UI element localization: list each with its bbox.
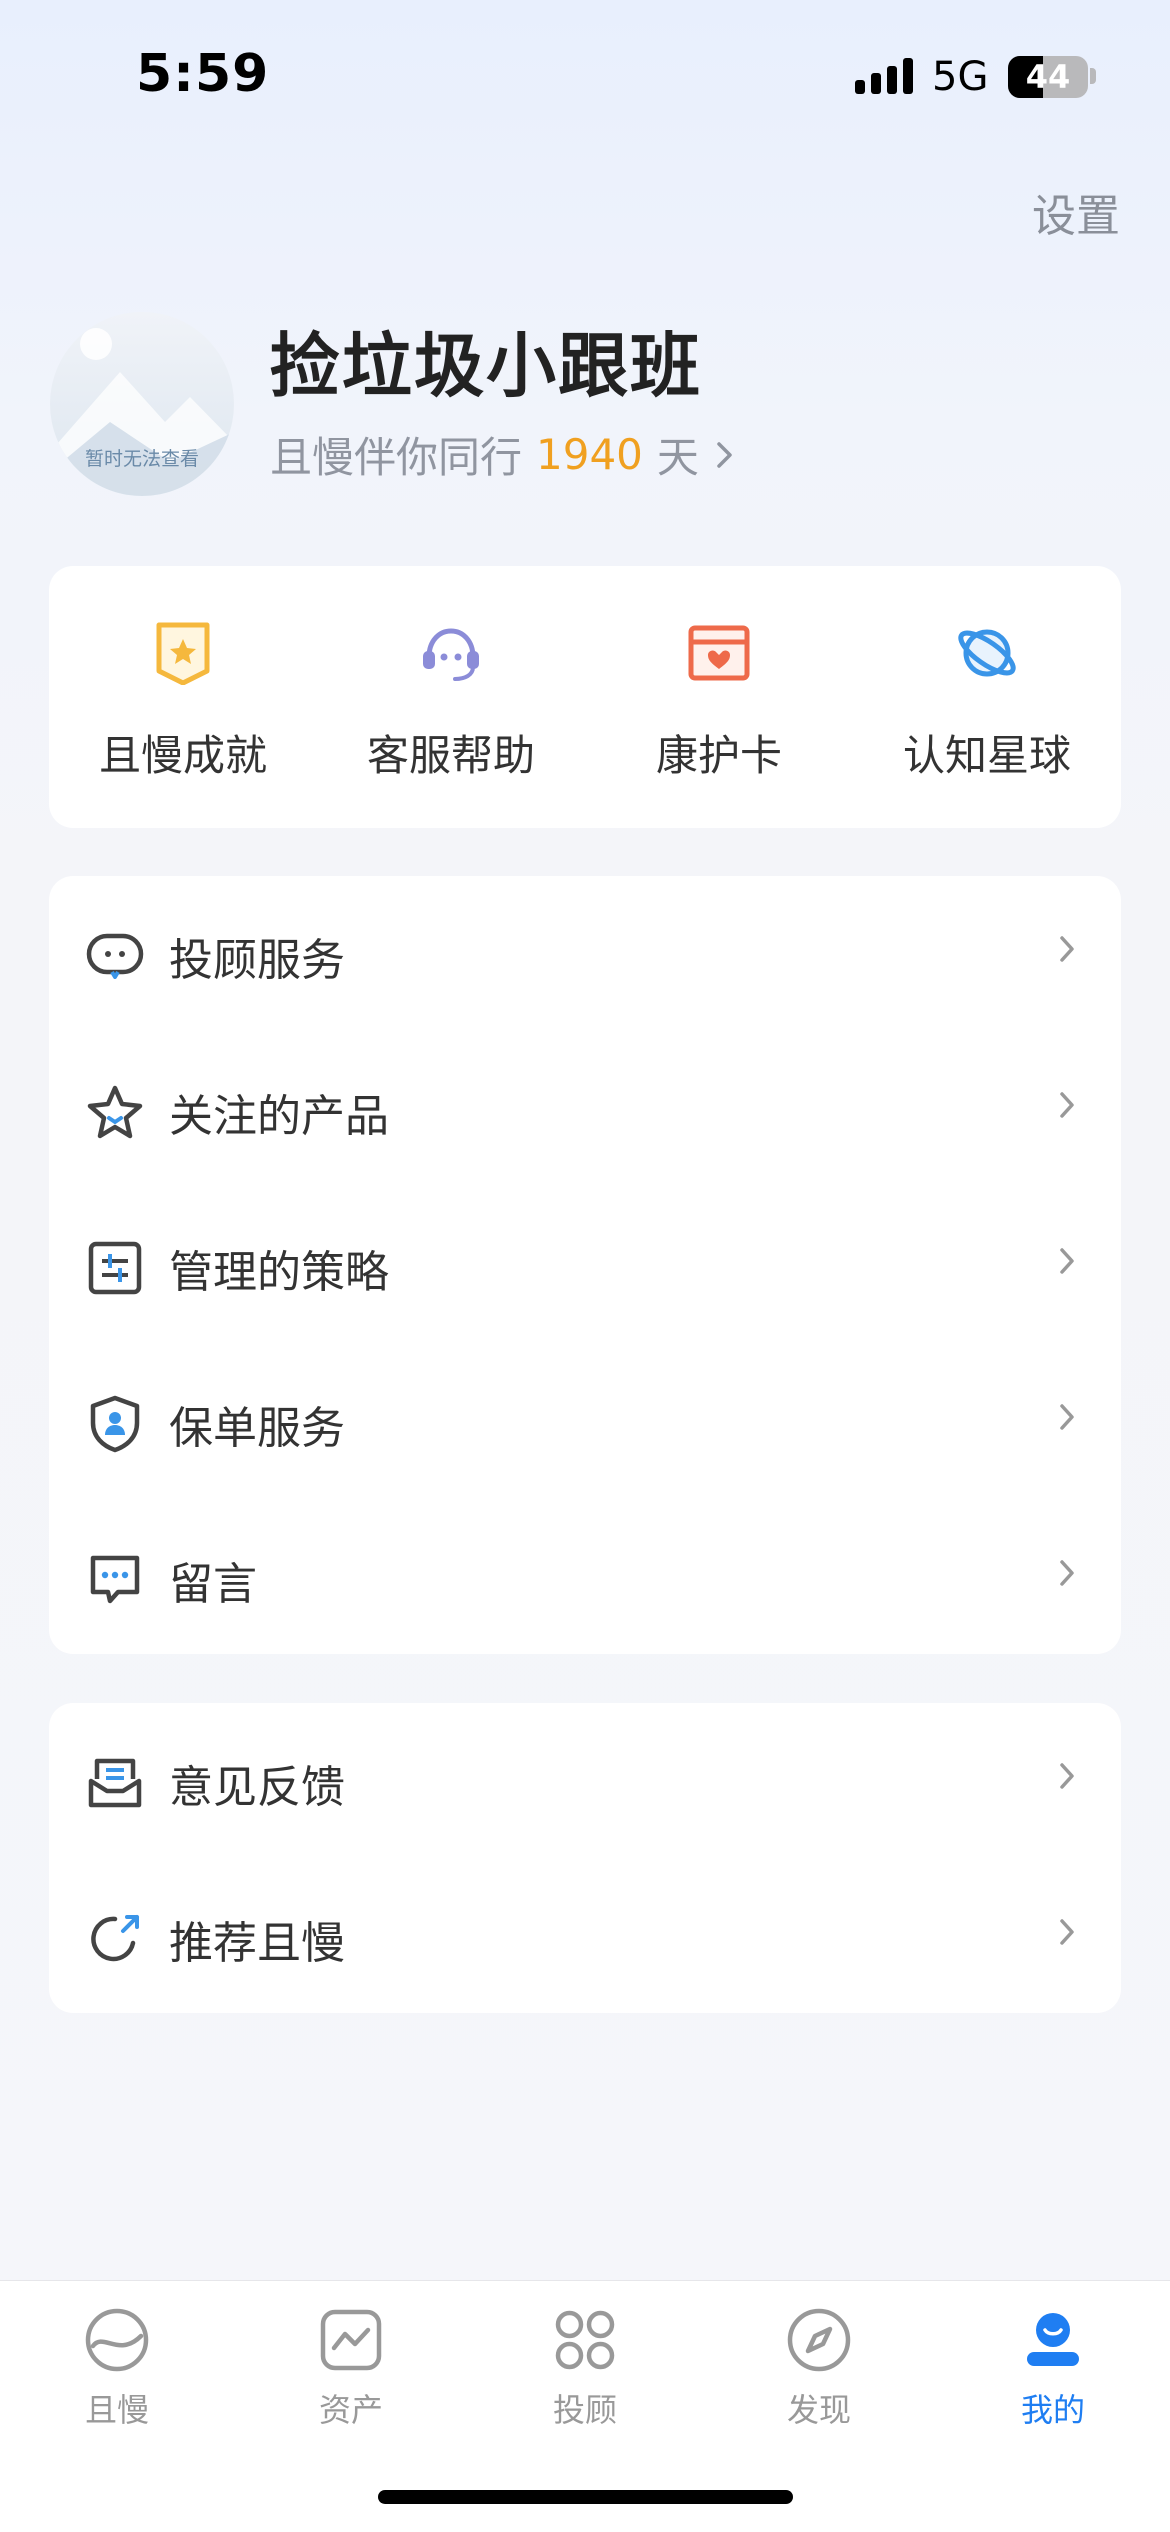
chevron-right-icon [1060, 1919, 1074, 1945]
assets-chart-icon [314, 2303, 388, 2377]
menu-item-advisory-service[interactable]: 投顾服务 [49, 878, 1121, 1034]
menu-item-label: 意见反馈 [169, 1762, 345, 1813]
chevron-right-icon [1060, 936, 1074, 962]
companion-suffix: 天 [656, 433, 699, 482]
status-bar: 5:59 5G 44 [0, 0, 1170, 150]
menu-item-label: 留言 [169, 1559, 257, 1610]
tab-label: 发现 [786, 2391, 851, 2429]
star-icon [85, 1082, 145, 1142]
menu-group-services: 投顾服务 关注的产品 管理的策略 保单服务 留言 [49, 876, 1121, 1654]
menu-item-label: 投顾服务 [169, 935, 345, 986]
status-time: 5:59 [136, 44, 270, 104]
strategy-sliders-icon [85, 1238, 145, 1298]
chevron-right-icon [1060, 1092, 1074, 1118]
battery-tip [1090, 68, 1096, 84]
chevron-right-icon [717, 441, 732, 468]
chevron-right-icon [1060, 1763, 1074, 1789]
customer-service-headset-icon [416, 618, 486, 688]
menu-item-managed-strategies[interactable]: 管理的策略 [49, 1190, 1121, 1346]
menu-item-followed-products[interactable]: 关注的产品 [49, 1034, 1121, 1190]
tab-qieman[interactable]: 且慢 [0, 2281, 234, 2532]
quick-actions-card: 且慢成就 客服帮助 康护卡 认知星球 [49, 566, 1121, 828]
network-type: 5G [932, 54, 989, 100]
settings-button[interactable]: 设置 [1032, 180, 1120, 244]
compass-icon [782, 2303, 856, 2377]
share-refresh-icon [85, 1909, 145, 1969]
chevron-right-icon [1060, 1404, 1074, 1430]
menu-item-label: 管理的策略 [169, 1247, 389, 1298]
menu-item-policy-service[interactable]: 保单服务 [49, 1346, 1121, 1502]
me-person-icon [1016, 2303, 1090, 2377]
tab-label: 资产 [318, 2391, 383, 2429]
avatar[interactable]: 暂时无法查看 [50, 312, 234, 496]
battery-icon: 44 [1008, 56, 1088, 98]
username: 捡垃圾小跟班 [270, 325, 702, 407]
tab-label: 我的 [1020, 2391, 1085, 2429]
quick-action-label: 客服帮助 [366, 731, 535, 780]
message-dots-icon [85, 1550, 145, 1610]
avatar-placeholder-text: 暂时无法查看 [84, 448, 199, 470]
tab-me[interactable]: 我的 [936, 2281, 1170, 2532]
quick-action-label: 且慢成就 [98, 731, 267, 780]
feedback-inbox-icon [85, 1753, 145, 1813]
menu-item-label: 推荐且慢 [169, 1918, 345, 1969]
quick-action-customer-service[interactable]: 客服帮助 [317, 566, 585, 828]
qieman-logo-icon [80, 2303, 154, 2377]
tab-label: 且慢 [84, 2391, 149, 2429]
companion-prefix: 且慢伴你同行 [270, 433, 523, 482]
quick-action-label: 康护卡 [655, 731, 782, 780]
menu-group-feedback: 意见反馈 推荐且慢 [49, 1703, 1121, 2013]
shield-person-icon [85, 1394, 145, 1454]
home-indicator [378, 2490, 793, 2504]
quick-action-label: 认知星球 [902, 731, 1071, 780]
menu-item-recommend[interactable]: 推荐且慢 [49, 1861, 1121, 2017]
battery-level: 44 [1025, 58, 1071, 96]
chevron-right-icon [1060, 1560, 1074, 1586]
quick-action-cognition-planet[interactable]: 认知星球 [853, 566, 1121, 828]
companion-days: 1940 [536, 430, 643, 479]
four-petal-icon [548, 2303, 622, 2377]
menu-item-messages[interactable]: 留言 [49, 1502, 1121, 1658]
chat-bubble-icon [85, 926, 145, 986]
planet-icon [952, 618, 1022, 688]
quick-action-achievements[interactable]: 且慢成就 [49, 566, 317, 828]
menu-item-feedback[interactable]: 意见反馈 [49, 1705, 1121, 1861]
tab-label: 投顾 [552, 2391, 617, 2429]
menu-item-label: 保单服务 [169, 1403, 345, 1454]
chevron-right-icon [1060, 1248, 1074, 1274]
achievement-badge-icon [148, 618, 218, 688]
menu-item-label: 关注的产品 [169, 1091, 389, 1142]
health-card-icon [684, 618, 754, 688]
cellular-signal-icon [855, 58, 913, 94]
companion-days-link[interactable]: 且慢伴你同行 1940 天 [270, 424, 735, 485]
quick-action-health-card[interactable]: 康护卡 [585, 566, 853, 828]
